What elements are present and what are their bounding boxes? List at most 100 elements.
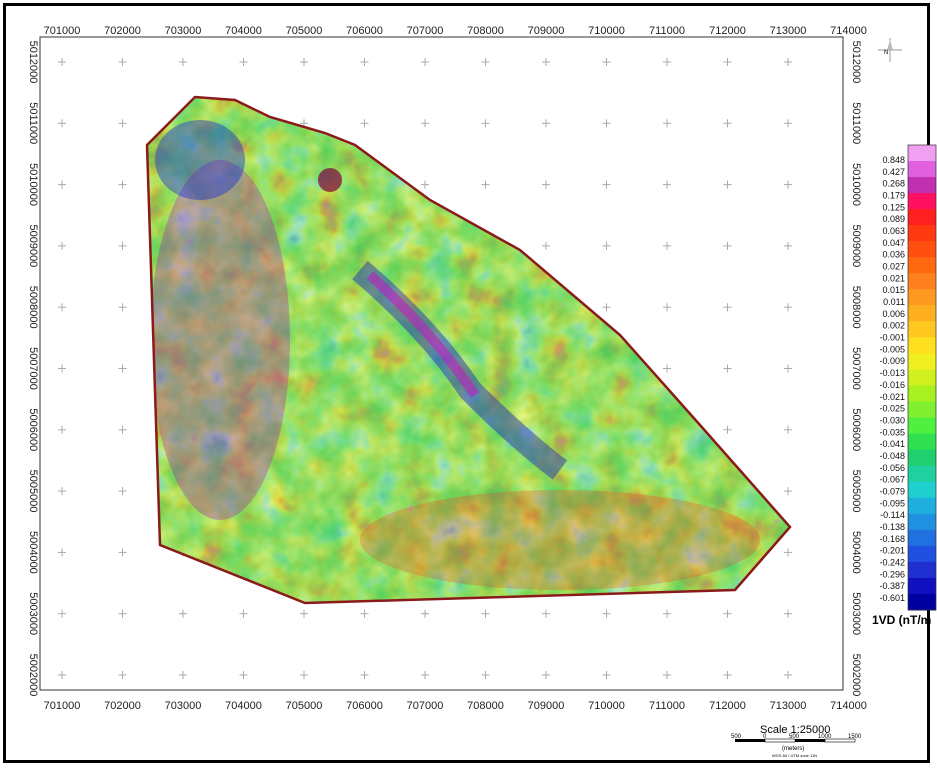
legend-value-label: -0.030	[879, 415, 905, 425]
legend-swatch	[908, 529, 936, 547]
legend-swatch	[908, 321, 936, 338]
legend-swatch	[908, 465, 936, 483]
legend-swatch	[908, 209, 936, 226]
legend-value-label: -0.114	[880, 510, 905, 520]
legend-value-label: -0.296	[879, 569, 905, 579]
x-tick-label: 703000	[165, 25, 202, 37]
legend-swatch	[908, 273, 936, 290]
x-tick-label: 713000	[770, 700, 807, 712]
y-tick-label: 5012000	[850, 41, 862, 84]
x-tick-label: 708000	[467, 700, 504, 712]
legend-swatch	[908, 385, 936, 403]
y-tick-label: 5008000	[850, 286, 862, 329]
legend-value-label: 0.021	[882, 273, 905, 283]
legend-value-label: -0.021	[879, 392, 905, 402]
scale-tick-0: 500	[731, 734, 742, 740]
legend-value-label: 0.015	[882, 285, 905, 295]
legend-value-label: -0.138	[879, 522, 905, 532]
legend-value-label: -0.016	[879, 380, 905, 390]
x-tick-label: 702000	[104, 700, 141, 712]
legend-swatch	[908, 305, 936, 322]
legend-swatch	[908, 401, 936, 419]
x-tick-label: 705000	[286, 700, 323, 712]
x-tick-label: 701000	[44, 25, 81, 37]
legend-value-label: 0.179	[882, 191, 905, 201]
legend-value-label: -0.079	[879, 486, 905, 496]
y-tick-label: 5008000	[27, 286, 39, 329]
legend-swatch	[908, 353, 936, 370]
x-tick-label: 712000	[709, 700, 746, 712]
legend-value-label: 0.027	[882, 262, 905, 272]
x-tick-label: 707000	[407, 25, 444, 37]
scale-bar: Scale 1:25000 500 0 500 1000 1500 (meter…	[731, 724, 862, 758]
legend-value-label: 0.047	[882, 238, 905, 248]
x-tick-label: 708000	[467, 25, 504, 37]
projection-note: WGS 84 / UTM zone 11N	[772, 753, 817, 758]
legend-unit-label: 1VD (nT/m	[872, 613, 931, 627]
x-tick-label: 702000	[104, 25, 141, 37]
x-axis-bottom-labels: 701000 702000 703000 704000 705000 706000 7070…	[44, 700, 867, 712]
y-tick-label: 5005000	[850, 470, 862, 513]
legend-swatch	[908, 289, 936, 306]
x-tick-label: 705000	[286, 25, 323, 37]
y-tick-label: 5003000	[27, 592, 39, 635]
x-tick-label: 709000	[528, 700, 565, 712]
y-tick-label: 5005000	[27, 470, 39, 513]
x-tick-label: 714000	[830, 700, 867, 712]
y-axis-right-labels: 5012000 5011000 5010000 5009000 5008000 50070…	[850, 41, 862, 697]
legend-value-label: -0.242	[879, 557, 905, 567]
x-tick-label: 714000	[830, 25, 867, 37]
legend-value-label: -0.387	[879, 581, 905, 591]
x-tick-label: 706000	[346, 25, 383, 37]
legend-value-label: -0.601	[879, 593, 905, 603]
x-tick-label: 711000	[649, 25, 685, 37]
y-tick-label: 5003000	[850, 592, 862, 635]
x-tick-label: 709000	[528, 25, 565, 37]
y-tick-label: 5009000	[27, 224, 39, 267]
legend-swatch	[908, 145, 936, 162]
legend-value-label: 0.011	[883, 297, 905, 307]
legend-value-label: -0.056	[879, 463, 905, 473]
x-tick-label: 706000	[346, 700, 383, 712]
x-tick-label: 703000	[165, 700, 202, 712]
legend-swatch	[908, 417, 936, 435]
legend-swatch	[908, 161, 936, 178]
legend-swatch	[908, 337, 936, 354]
legend-swatch	[908, 449, 936, 467]
legend-swatch	[908, 497, 936, 515]
y-tick-label: 5002000	[850, 654, 862, 697]
legend-swatch	[908, 545, 936, 563]
legend-swatch	[908, 225, 936, 242]
y-tick-label: 5002000	[27, 654, 39, 697]
scale-tick-2: 500	[789, 734, 800, 740]
y-tick-label: 5004000	[850, 531, 862, 574]
map-canvas: 701000 702000 703000 704000 705000 706000 7070…	[27, 25, 937, 758]
y-tick-label: 5012000	[27, 41, 39, 84]
legend-value-label: 0.036	[882, 250, 905, 260]
x-tick-label: 712000	[709, 25, 746, 37]
legend-swatch	[908, 481, 936, 499]
legend-swatch	[908, 177, 936, 194]
x-tick-label: 704000	[225, 25, 262, 37]
color-legend: 0.848 0.427 0.268 0.1790.125 0.089 0.063 0.047…	[879, 144, 937, 611]
x-tick-label: 704000	[225, 700, 262, 712]
legend-swatch	[908, 593, 936, 611]
legend-swatch	[908, 257, 936, 274]
legend-swatch	[908, 513, 936, 531]
y-tick-label: 5004000	[27, 531, 39, 574]
legend-value-label: 0.006	[882, 309, 905, 319]
x-tick-label: 710000	[588, 25, 625, 37]
legend-value-label: 0.268	[882, 179, 905, 189]
legend-value-label: 0.848	[882, 155, 905, 165]
legend-value-label: -0.048	[879, 451, 905, 461]
legend-value-label: -0.009	[879, 356, 905, 366]
legend-value-label: 0.125	[882, 202, 905, 212]
legend-value-label: -0.067	[879, 475, 905, 485]
y-axis-left-labels: 5012000 5011000 5010000 5009000 5008000 50070…	[27, 41, 39, 697]
legend-value-label: -0.005	[879, 344, 905, 354]
legend-swatch	[908, 577, 936, 595]
north-label: N	[884, 50, 888, 56]
y-tick-label: 5010000	[850, 163, 862, 206]
legend-value-label: 0.427	[882, 167, 905, 177]
legend-value-label: -0.001	[879, 333, 905, 343]
